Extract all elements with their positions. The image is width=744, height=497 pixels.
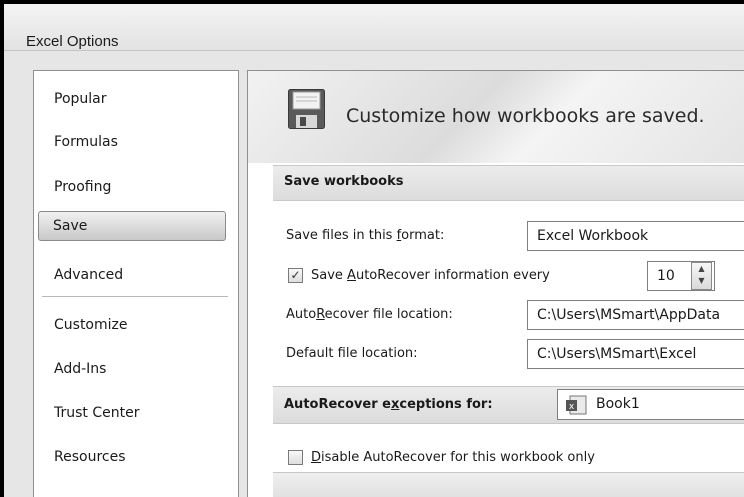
- save-options-panel: Customize how workbooks are saved. Save …: [247, 70, 744, 497]
- svg-text:x: x: [569, 402, 575, 412]
- excel-workbook-icon: x: [566, 395, 587, 415]
- floppy-disk-icon: [288, 89, 325, 129]
- nav-item-add-ins[interactable]: Add-Ins: [54, 361, 106, 377]
- file-format-dropdown[interactable]: Excel Workbook: [527, 221, 744, 251]
- spin-up-icon[interactable]: ▲: [698, 264, 704, 273]
- disable-autorecover-label: Disable AutoRecover for this workbook on…: [311, 450, 595, 465]
- nav-item-resources[interactable]: Resources: [54, 449, 126, 465]
- autorecover-label: Save AutoRecover information every: [311, 268, 550, 283]
- exceptions-header: AutoRecover exceptions for: Book1 x: [273, 386, 744, 424]
- spin-down-icon[interactable]: ▼: [698, 276, 704, 285]
- checkmark-icon: ✓: [290, 268, 301, 282]
- banner: Customize how workbooks are saved.: [248, 71, 744, 163]
- default-location-label: Default file location:: [286, 346, 418, 361]
- minutes-spinner[interactable]: ▲ ▼: [691, 262, 712, 290]
- nav-item-customize[interactable]: Customize: [54, 317, 128, 333]
- nav-item-formulas[interactable]: Formulas: [54, 134, 118, 150]
- nav-item-popular[interactable]: Popular: [54, 91, 107, 107]
- options-nav: Popular Formulas Proofing Save Advanced …: [33, 70, 239, 497]
- format-label: Save files in this format:: [286, 228, 445, 243]
- nav-item-trust-center[interactable]: Trust Center: [54, 405, 139, 421]
- title-bar: Excel Options: [4, 4, 744, 51]
- nav-item-save[interactable]: Save: [38, 211, 226, 241]
- window-title: Excel Options: [26, 33, 119, 50]
- exceptions-heading: AutoRecover exceptions for:: [284, 397, 493, 412]
- disable-autorecover-checkbox[interactable]: [288, 450, 303, 465]
- next-section-header: [273, 472, 744, 497]
- save-workbooks-header: Save workbooks: [273, 165, 744, 201]
- default-location-input[interactable]: C:\Users\MSmart\Excel: [527, 339, 744, 369]
- autorecover-location-label: AutoRecover file location:: [286, 307, 453, 322]
- autorecover-checkbox[interactable]: ✓: [288, 268, 303, 283]
- nav-item-advanced[interactable]: Advanced: [54, 267, 123, 283]
- banner-title: Customize how workbooks are saved.: [346, 105, 705, 127]
- excel-options-window: Excel Options Popular Formulas Proofing …: [4, 4, 744, 497]
- autorecover-location-input[interactable]: C:\Users\MSmart\AppData: [527, 300, 744, 330]
- save-workbooks-heading: Save workbooks: [284, 174, 404, 189]
- nav-item-proofing[interactable]: Proofing: [54, 179, 111, 195]
- nav-separator: [42, 296, 228, 297]
